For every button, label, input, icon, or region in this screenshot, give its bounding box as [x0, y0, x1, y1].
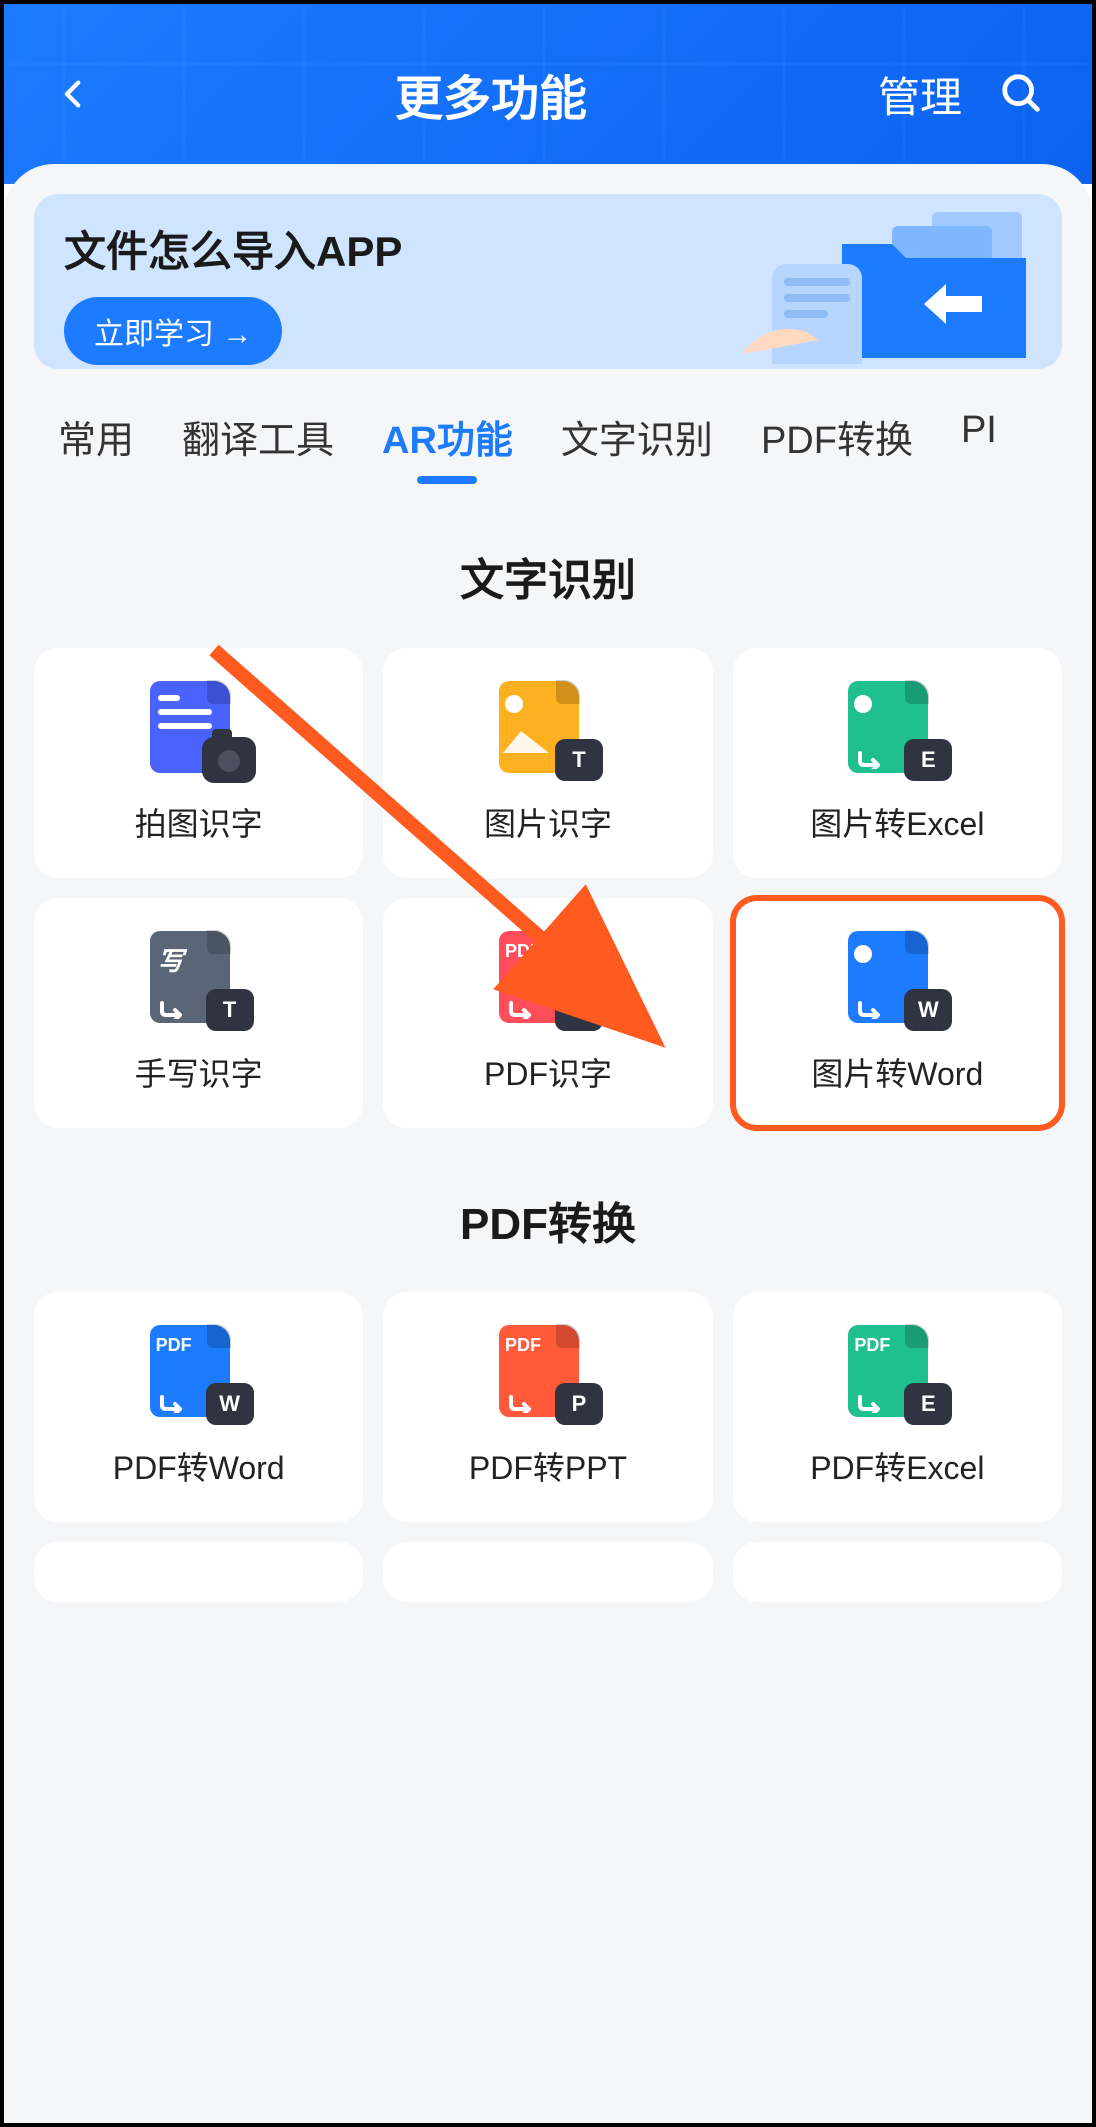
card-label: PDF转Excel	[810, 1443, 984, 1489]
feature-image-to-excel[interactable]: E 图片转Excel	[733, 648, 1062, 878]
tab-translate-tools[interactable]: 翻译工具	[158, 389, 358, 484]
pdf-to-excel-icon: PDF E	[842, 1325, 952, 1425]
search-button[interactable]	[992, 64, 1052, 124]
tab-pdf-convert[interactable]: PDF转换	[737, 389, 937, 484]
image-to-word-icon: W	[842, 931, 952, 1031]
section-title-pdf: PDF转换	[34, 1188, 1062, 1252]
feature-pdf-to-ppt[interactable]: PDF P PDF转PPT	[383, 1292, 712, 1522]
image-ocr-icon: T	[493, 681, 603, 781]
card-label: PDF转Word	[113, 1443, 285, 1489]
section-title-ocr: 文字识别	[34, 544, 1062, 608]
pdf-to-word-icon: PDF W	[144, 1325, 254, 1425]
chevron-left-icon	[57, 77, 91, 111]
manage-button[interactable]: 管理	[878, 64, 962, 125]
card-label: 拍图识字	[135, 799, 263, 845]
feature-image-ocr[interactable]: T 图片识字	[383, 648, 712, 878]
content-sheet: 文件怎么导入APP 立即学习 → 常用 翻译工具 AR功能 文字识别 PDF转换…	[4, 164, 1092, 2123]
search-icon	[999, 71, 1045, 117]
card-label: PDF转PPT	[469, 1443, 627, 1489]
feature-image-to-word[interactable]: W 图片转Word	[733, 898, 1062, 1128]
import-tutorial-banner[interactable]: 文件怎么导入APP 立即学习 →	[34, 194, 1062, 369]
back-button[interactable]	[44, 64, 104, 124]
pdf-grid: PDF W PDF转Word PDF P PDF转PPT PDF E PDF转E	[34, 1292, 1062, 1522]
category-tabs: 常用 翻译工具 AR功能 文字识别 PDF转换 PI	[34, 389, 1062, 484]
feature-pdf-to-word[interactable]: PDF W PDF转Word	[34, 1292, 363, 1522]
card-label: 图片转Excel	[810, 799, 984, 845]
tab-common[interactable]: 常用	[34, 389, 158, 484]
folder-illustration-icon	[732, 204, 1052, 364]
learn-now-button[interactable]: 立即学习 →	[64, 297, 282, 365]
tab-text-recognition[interactable]: 文字识别	[537, 389, 737, 484]
card-label: PDF识字	[484, 1049, 612, 1095]
card-label: 图片识字	[484, 799, 612, 845]
card-label: 图片转Word	[811, 1049, 983, 1095]
app-header: 更多功能 管理	[4, 4, 1092, 184]
card-label: 手写识字	[135, 1049, 263, 1095]
feature-placeholder[interactable]	[733, 1542, 1062, 1602]
ocr-grid: 拍图识字 T 图片识字 E 图片转Excel 写	[34, 648, 1062, 1128]
feature-pdf-to-excel[interactable]: PDF E PDF转Excel	[733, 1292, 1062, 1522]
feature-placeholder[interactable]	[383, 1542, 712, 1602]
tab-more[interactable]: PI	[937, 389, 1021, 484]
feature-photo-ocr[interactable]: 拍图识字	[34, 648, 363, 878]
feature-pdf-ocr[interactable]: PDF T PDF识字	[383, 898, 712, 1128]
feature-placeholder[interactable]	[34, 1542, 363, 1602]
feature-handwriting-ocr[interactable]: 写 T 手写识字	[34, 898, 363, 1128]
tab-ar-features[interactable]: AR功能	[358, 389, 537, 484]
pdf-ocr-icon: PDF T	[493, 931, 603, 1031]
photo-ocr-icon	[144, 681, 254, 781]
pdf-grid-row2	[34, 1542, 1062, 1602]
pdf-to-ppt-icon: PDF P	[493, 1325, 603, 1425]
handwriting-ocr-icon: 写 T	[144, 931, 254, 1031]
page-title: 更多功能	[104, 59, 878, 129]
image-to-excel-icon: E	[842, 681, 952, 781]
